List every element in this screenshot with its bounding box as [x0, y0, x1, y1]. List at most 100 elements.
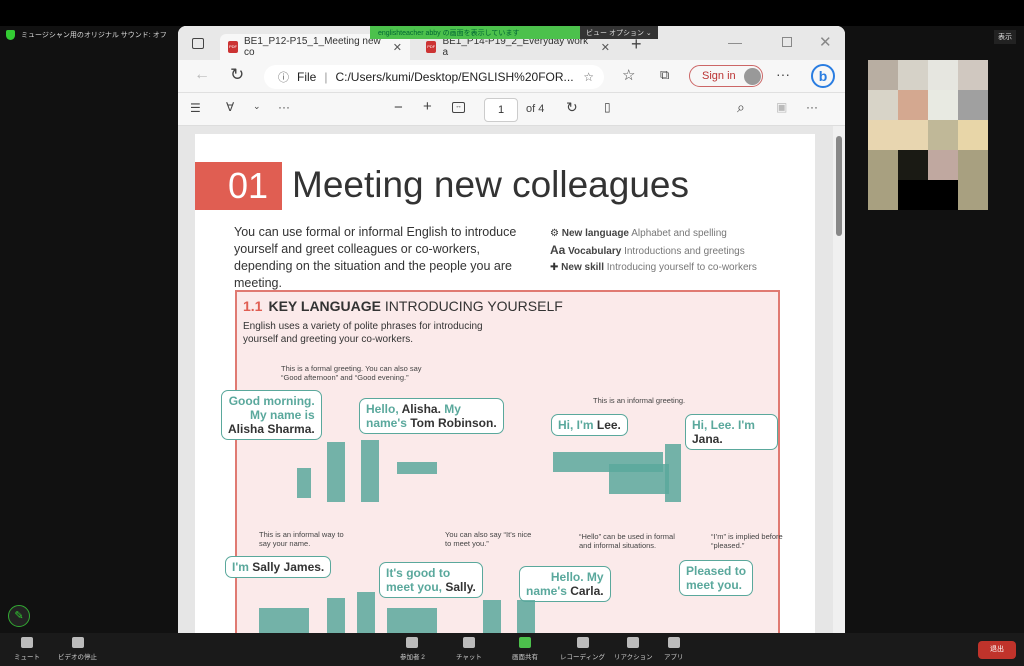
illustration-shape [397, 462, 437, 474]
reaction-button[interactable]: リアクション [614, 635, 653, 661]
toolbar-label: レコーディング [560, 654, 606, 661]
bubble-text: Sally James. [252, 560, 325, 574]
tab-actions-icon[interactable] [192, 38, 204, 49]
record-button[interactable]: レコーディング [560, 635, 605, 661]
toolbar-label: チャット [456, 654, 482, 661]
info-icon: ⓘ [278, 72, 289, 84]
caption: You can also say “It’s nice to meet you.… [445, 530, 532, 548]
tab-label: BE1_P14-P19_2_Everyday work a [442, 36, 589, 58]
view-button[interactable]: 表示 [994, 30, 1016, 44]
caption: “I’m” is implied before “pleased.” [711, 532, 783, 550]
illustration-shape [357, 592, 375, 633]
video-camera-button[interactable]: ビデオの停止 [58, 635, 97, 661]
url-text: C:/Users/kumi/Desktop/ENGLISH%20FOR... [335, 70, 574, 84]
puzzle-icon: ✚ [550, 262, 562, 273]
bubble-text: Carla. [570, 584, 604, 598]
zoom-out-icon[interactable]: − [394, 99, 403, 116]
audio-status[interactable]: ミュージシャン用のオリジナル サウンド: オフ [6, 30, 167, 40]
bubble-text: meet you. [686, 578, 743, 592]
bubble-text: Hello, [366, 402, 402, 416]
bubble-text: Tom Robinson. [410, 416, 497, 430]
apps-button[interactable]: アプリ [664, 635, 684, 661]
microphone-button[interactable]: ミュート [14, 635, 40, 661]
zoom-toolbar: 退出 ミュート ビデオの停止 参加者 2 チャット 画面共有 レコーディング リアクション アプ… [0, 633, 1024, 666]
speech-bubble: Hello, Alisha. My name's Tom Robinson. [359, 398, 504, 434]
video-pixel [958, 60, 988, 90]
video-pixel [898, 90, 928, 120]
more-tools-icon[interactable]: ··· [278, 100, 290, 114]
close-window-icon[interactable]: ✕ [819, 33, 832, 51]
chat-icon [462, 637, 475, 648]
meta-new-skill: ✚ New skill Introducing yourself to co-w… [550, 262, 757, 273]
scrollbar[interactable] [833, 126, 845, 633]
video-pixel [868, 150, 898, 180]
contents-icon[interactable]: ☰ [190, 101, 201, 115]
video-pixel [868, 180, 898, 210]
zoom-in-icon[interactable]: + [423, 98, 432, 115]
close-tab-icon[interactable]: ✕ [601, 41, 610, 54]
video-pixel [868, 90, 898, 120]
share-banner: englishteacher abby の画面を表示しています ビュー オプション… [370, 26, 658, 39]
microphone-icon [21, 637, 33, 648]
sign-in-button[interactable]: Sign in [689, 65, 763, 87]
maximize-icon[interactable] [782, 37, 792, 47]
pdf-icon: PDF [426, 41, 437, 53]
audio-status-label: ミュージシャン用のオリジナル サウンド: オフ [21, 32, 167, 39]
video-pixel [928, 150, 958, 180]
minimize-icon[interactable]: — [728, 34, 742, 50]
toolbar-label: アプリ [664, 654, 684, 661]
more-icon[interactable]: ··· [776, 66, 790, 82]
bubble-text: meet you, [386, 580, 446, 594]
page-number-input[interactable]: 1 [484, 98, 518, 122]
bubble-text: Hello. My [550, 570, 604, 584]
participant-video[interactable] [868, 60, 988, 210]
bing-chat-icon[interactable]: b [811, 64, 835, 88]
caption: This is an informal greeting. [593, 396, 686, 405]
leave-button[interactable]: 退出 [978, 641, 1016, 659]
pdf-viewer[interactable]: 01 Meeting new colleagues You can use fo… [178, 126, 845, 633]
bubble-text: name's [366, 416, 411, 430]
toolbar-label: 参加者 2 [400, 654, 425, 661]
toolbar-label: 画面共有 [512, 654, 538, 661]
toolbar-label: ビデオの停止 [58, 654, 97, 661]
share-screen-button[interactable]: 画面共有 [512, 635, 538, 661]
search-icon[interactable]: ⌕ [737, 99, 745, 116]
illustration-shape [297, 468, 311, 498]
key-language-box: 1.1 KEY LANGUAGE INTRODUCING YOURSELF Eng… [221, 290, 783, 633]
participants-button[interactable]: 参加者 2 [400, 635, 425, 661]
speech-bubble: I'm Sally James. [225, 556, 332, 578]
section-text: English uses a variety of polite phrases… [243, 321, 483, 345]
page-title: Meeting new colleagues [292, 164, 689, 205]
refresh-icon[interactable]: ↻ [230, 65, 244, 85]
favorites-icon[interactable]: ☆ [622, 66, 635, 84]
address-bar[interactable]: ⓘ File | C:/Users/kumi/Desktop/ENGLISH%20FO… [264, 65, 604, 89]
top-bar [0, 0, 1024, 26]
file-label: File [297, 70, 317, 84]
collections-icon[interactable]: ⧉ [660, 67, 669, 83]
more-options-icon[interactable]: ··· [806, 100, 818, 114]
back-icon[interactable]: ← [194, 66, 210, 84]
bubble-text: My name is [250, 408, 315, 422]
annotate-icon[interactable]: ✎ [8, 605, 30, 627]
illustration-shape [327, 442, 345, 502]
rotate-icon[interactable]: ↻ [566, 99, 578, 116]
page-count: of 4 [526, 103, 545, 115]
close-tab-icon[interactable]: ✕ [393, 41, 402, 54]
save-icon[interactable]: ▣ [776, 100, 787, 114]
bubble-text: Sally. [445, 580, 476, 594]
draw-icon[interactable]: ∀ [226, 100, 234, 114]
unit-number: 01 [195, 162, 282, 210]
chat-button[interactable]: チャット [456, 635, 482, 661]
fit-width-icon[interactable]: ↔ [452, 102, 465, 113]
illustration-shape [517, 600, 535, 633]
chevron-down-icon[interactable]: ⌄ [253, 101, 261, 112]
scrollbar-thumb[interactable] [836, 136, 842, 236]
view-options-button[interactable]: ビュー オプション ⌄ [580, 26, 658, 39]
bubble-text: name's [526, 584, 571, 598]
bubble-text: Pleased to [686, 564, 747, 578]
video-camera-icon [71, 637, 84, 648]
illustration-shape [387, 608, 437, 633]
page-view-icon[interactable]: ▯ [604, 100, 611, 114]
favorite-add-icon[interactable]: ☆ [583, 70, 594, 84]
bubble-text: Jana. [692, 432, 723, 446]
